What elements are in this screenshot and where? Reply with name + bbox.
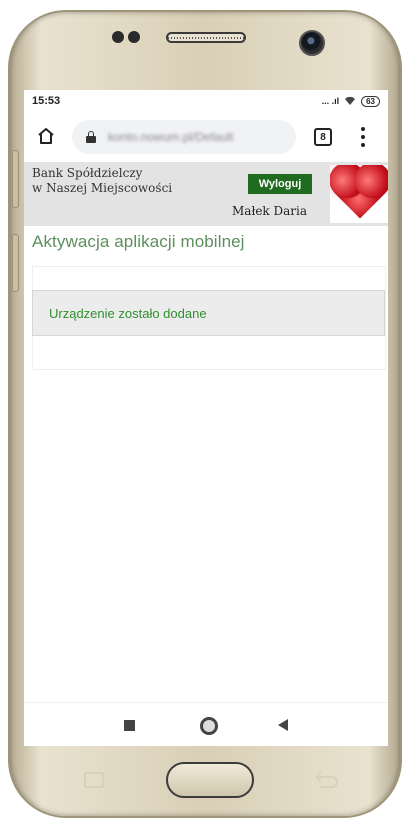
bank-name: Bank Spółdzielczy w Naszej Miejscowości — [32, 166, 172, 196]
earpiece-speaker — [166, 32, 246, 43]
heart-icon — [334, 167, 386, 219]
lock-icon — [86, 131, 96, 143]
success-message: Urządzenie zostało dodane — [32, 290, 385, 336]
browser-toolbar: konto.nowum.pl/Default 8 — [24, 114, 388, 160]
nav-back-icon[interactable] — [278, 719, 288, 731]
menu-icon[interactable] — [360, 127, 366, 147]
home-icon[interactable] — [36, 126, 56, 146]
status-icons: ... .ıl 63 — [321, 95, 380, 107]
nav-recent-icon[interactable] — [124, 720, 135, 731]
volume-up-key — [12, 150, 19, 208]
hardware-back-icon[interactable] — [312, 770, 338, 790]
wifi-icon — [345, 96, 356, 105]
front-camera — [299, 30, 325, 56]
volume-down-key — [12, 234, 19, 292]
user-name: Małek Daria — [232, 204, 308, 218]
system-nav-bar — [24, 702, 388, 746]
bank-header: Bank Spółdzielczy w Naszej Miejscowości … — [24, 162, 388, 226]
screen: 15:53 ... .ıl 63 konto.nowum.pl/Default … — [24, 90, 388, 746]
signal-icon: ... .ıl — [321, 96, 340, 106]
avatar — [330, 165, 388, 223]
address-bar[interactable]: konto.nowum.pl/Default — [72, 120, 296, 154]
logout-button[interactable]: Wyloguj — [248, 174, 312, 194]
status-bar: 15:53 ... .ıl 63 — [24, 90, 388, 112]
tabs-icon[interactable]: 8 — [314, 128, 332, 146]
battery-icon: 63 — [361, 95, 380, 107]
page-title: Aktywacja aplikacji mobilnej — [32, 232, 245, 251]
sensor-dots — [112, 31, 140, 43]
status-time: 15:53 — [32, 95, 61, 107]
url-text: konto.nowum.pl/Default — [108, 130, 234, 144]
bank-name-line1: Bank Spółdzielczy — [32, 166, 143, 180]
hardware-recent-key[interactable] — [84, 772, 104, 788]
bank-name-line2: w Naszej Miejscowości — [32, 181, 173, 195]
nav-home-icon[interactable] — [200, 717, 218, 735]
hardware-home-key[interactable] — [166, 762, 254, 798]
